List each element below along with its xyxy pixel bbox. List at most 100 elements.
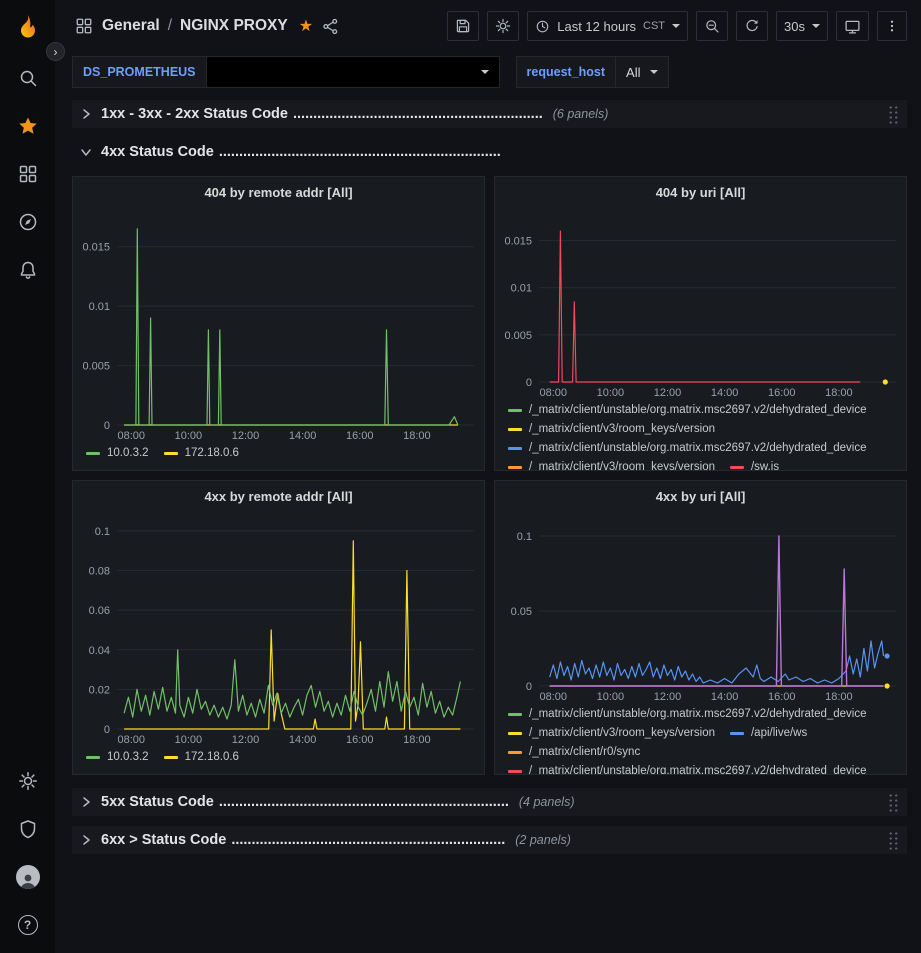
favorite-star-icon[interactable]: ★ [299,16,313,36]
legend-item[interactable]: 172.18.0.6 [164,444,239,463]
legend-label: 10.0.3.2 [107,748,149,767]
tv-mode-button[interactable] [836,11,869,41]
variable-label-ds-prometheus: DS_PROMETHEUS [72,56,207,88]
panel-title[interactable]: 4xx by uri [All] [495,481,906,511]
legend-item[interactable]: /_matrix/client/v3/room_keys/version [508,458,715,470]
row-5xx[interactable]: 5xx Status Code ........................… [72,788,907,816]
sidebar-item-server-admin[interactable] [0,805,55,853]
row-title: 6xx > Status Code [101,832,226,848]
clock-icon [535,19,550,34]
legend-item[interactable]: 10.0.3.2 [86,444,149,463]
more-options-button[interactable] [877,11,907,41]
legend-label: /sw.js [751,458,779,470]
legend-item[interactable]: /_matrix/client/v3/room_keys/version [508,724,715,743]
legend-item[interactable]: /_matrix/client/unstable/org.matrix.msc2… [508,762,867,774]
variable-value-ds-prometheus[interactable] [207,56,500,88]
grafana-flame-icon [14,13,42,41]
panel-title[interactable]: 4xx by remote addr [All] [73,481,484,511]
grafana-logo[interactable] [14,0,42,54]
variable-value-request-host[interactable]: All [616,56,669,88]
sidebar-item-search[interactable] [0,54,55,102]
legend-swatch [508,409,522,412]
refresh-interval-picker[interactable]: 30s [776,11,828,41]
sidebar-item-profile[interactable] [0,853,55,901]
legend-item[interactable]: /_matrix/client/v3/room_keys/version [508,420,715,439]
legend-item[interactable]: /_matrix/client/unstable/org.matrix.msc2… [508,401,867,420]
legend-item[interactable]: 172.18.0.6 [164,748,239,767]
row-drag-handle[interactable] [888,831,899,850]
chevron-right-icon [80,796,92,808]
panel-chart-area: 00.0050.010.01508:0010:0012:0014:0016:00… [73,207,484,443]
refresh-button[interactable] [736,11,768,41]
legend-swatch [508,447,522,450]
row-1xx-3xx-2xx[interactable]: 1xx - 3xx - 2xx Status Code ............… [72,100,907,128]
svg-text:0: 0 [104,420,110,432]
topbar: General / NGINX PROXY ★ [55,0,921,52]
timezone-label: CST [643,20,665,32]
sidebar-item-dashboards[interactable] [0,150,55,198]
legend-label: /api/live/ws [751,724,807,743]
sidebar-item-help[interactable]: ? [0,901,55,949]
legend-item[interactable]: /_matrix/client/unstable/org.matrix.msc2… [508,705,867,724]
zoom-out-button[interactable] [696,11,728,41]
apps-grid-icon [75,17,93,35]
svg-text:16:00: 16:00 [768,387,796,399]
legend-item[interactable]: 10.0.3.2 [86,748,149,767]
svg-text:0.02: 0.02 [89,684,110,696]
panel-4xx-by-remote-addr: 4xx by remote addr [All] 00.020.040.060.… [72,480,485,775]
row-title: 1xx - 3xx - 2xx Status Code [101,106,288,122]
row-panel-count: (6 panels) [553,107,609,121]
svg-text:0: 0 [104,724,110,736]
row-6xx[interactable]: 6xx > Status Code ......................… [72,826,907,854]
sidebar-item-explore[interactable] [0,198,55,246]
breadcrumb-section[interactable]: General [102,17,160,35]
row-4xx[interactable]: 4xx Status Code ........................… [72,138,907,166]
panel-chart-area: 00.050.108:0010:0012:0014:0016:0018:00 [495,511,906,704]
save-dashboard-button[interactable] [447,11,479,41]
legend-item[interactable]: /api/live/ws [730,724,807,743]
row-drag-handle[interactable] [888,105,899,124]
legend-swatch [86,756,100,759]
legend-swatch [508,770,522,773]
variable-request-host: request_host All [516,56,670,88]
svg-text:08:00: 08:00 [540,387,568,399]
panel-legend: 10.0.3.2 172.18.0.6 [73,747,484,774]
breadcrumb-title[interactable]: NGINX PROXY [180,17,288,35]
monitor-icon [844,18,861,35]
legend-item[interactable]: /_matrix/client/r0/sync [508,743,640,762]
user-avatar [16,865,40,889]
sidebar-item-starred[interactable] [0,102,55,150]
dashboard-settings-button[interactable] [487,11,519,41]
row-title-dots: ........................................… [219,794,509,810]
panel-legend: /_matrix/client/unstable/org.matrix.msc2… [495,400,906,470]
bell-icon [18,260,38,280]
panel-title[interactable]: 404 by remote addr [All] [73,177,484,207]
row-drag-handle[interactable] [888,793,899,812]
panel-title[interactable]: 404 by uri [All] [495,177,906,207]
chevron-down-icon [481,70,489,74]
person-icon [19,874,37,889]
sidebar-item-configuration[interactable] [0,757,55,805]
variable-selected-value: All [626,65,640,80]
panel-404-by-uri: 404 by uri [All] 00.0050.010.01508:0010:… [494,176,907,471]
svg-text:0.1: 0.1 [95,526,110,538]
time-range-picker[interactable]: Last 12 hours CST [527,11,688,41]
legend-item[interactable]: /_matrix/client/unstable/org.matrix.msc2… [508,439,867,458]
svg-text:16:00: 16:00 [346,430,374,442]
svg-text:0.015: 0.015 [82,242,110,254]
share-icon[interactable] [322,18,339,35]
svg-text:08:00: 08:00 [540,691,568,703]
svg-text:12:00: 12:00 [232,430,260,442]
sidebar-expand-button[interactable]: › [46,42,65,61]
svg-text:08:00: 08:00 [118,430,146,442]
svg-text:12:00: 12:00 [654,691,682,703]
row-panel-count: (2 panels) [515,833,571,847]
legend-label: /_matrix/client/unstable/org.matrix.msc2… [529,762,867,774]
grafana-app: ? › General / NGINX PROXY ★ [0,0,921,953]
search-icon [18,68,38,88]
sidebar-item-alerting[interactable] [0,246,55,294]
svg-text:16:00: 16:00 [346,734,374,746]
legend-swatch [508,713,522,716]
legend-item[interactable]: /sw.js [730,458,779,470]
svg-text:16:00: 16:00 [768,691,796,703]
